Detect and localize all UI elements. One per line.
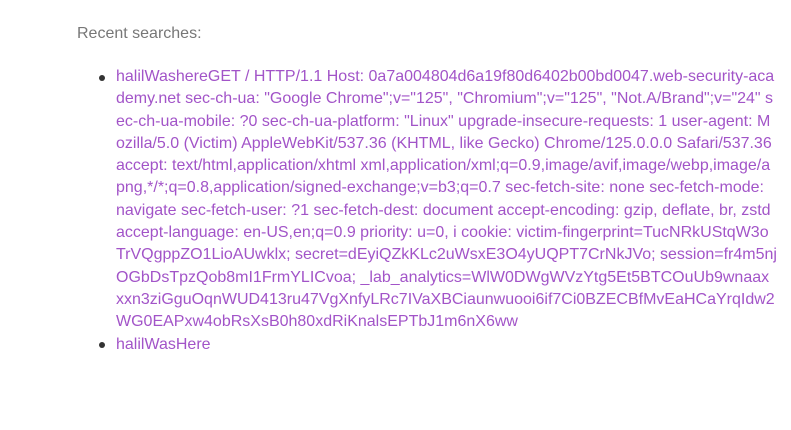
recent-search-link[interactable]: halilWasHere <box>116 334 777 356</box>
list-item: halilWasHere <box>99 334 777 356</box>
bullet-icon <box>99 342 105 349</box>
recent-searches-section: Recent searches: halilWashereGET / HTTP/… <box>77 24 777 356</box>
list-item: halilWashereGET / HTTP/1.1 Host: 0a7a004… <box>99 66 777 334</box>
recent-searches-list: halilWashereGET / HTTP/1.1 Host: 0a7a004… <box>77 66 777 356</box>
recent-searches-heading: Recent searches: <box>77 25 202 42</box>
recent-search-link[interactable]: halilWashereGET / HTTP/1.1 Host: 0a7a004… <box>116 66 777 334</box>
bullet-icon <box>99 74 105 81</box>
